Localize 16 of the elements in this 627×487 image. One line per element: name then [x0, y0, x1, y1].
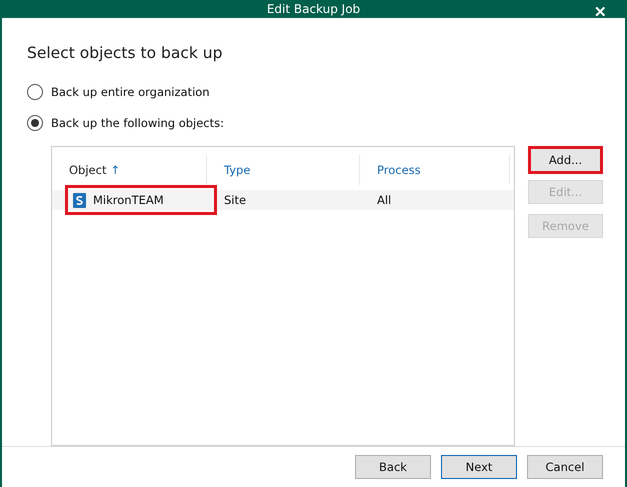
- site-icon: [73, 192, 86, 208]
- table-cell-text: All: [376, 192, 392, 209]
- table-row[interactable]: MikronTEAM Site All: [52, 185, 514, 215]
- table-cell-text: Site: [223, 192, 248, 209]
- radio-button[interactable]: [27, 115, 43, 131]
- option-label: Back up entire organization: [51, 85, 210, 99]
- page-heading: Select objects to back up: [27, 44, 224, 62]
- radio-button[interactable]: [27, 84, 43, 100]
- window-title: Edit Backup Job: [266, 2, 360, 16]
- table-cell: MikronTEAM: [65, 185, 217, 215]
- footer-button[interactable]: Next: [441, 455, 517, 479]
- footer-button[interactable]: Cancel: [527, 455, 603, 479]
- option-label: Back up the following objects:: [51, 116, 224, 130]
- side-button[interactable]: Add...: [528, 146, 603, 174]
- close-button[interactable]: ✕: [590, 3, 611, 21]
- footer-button[interactable]: Back: [355, 455, 431, 479]
